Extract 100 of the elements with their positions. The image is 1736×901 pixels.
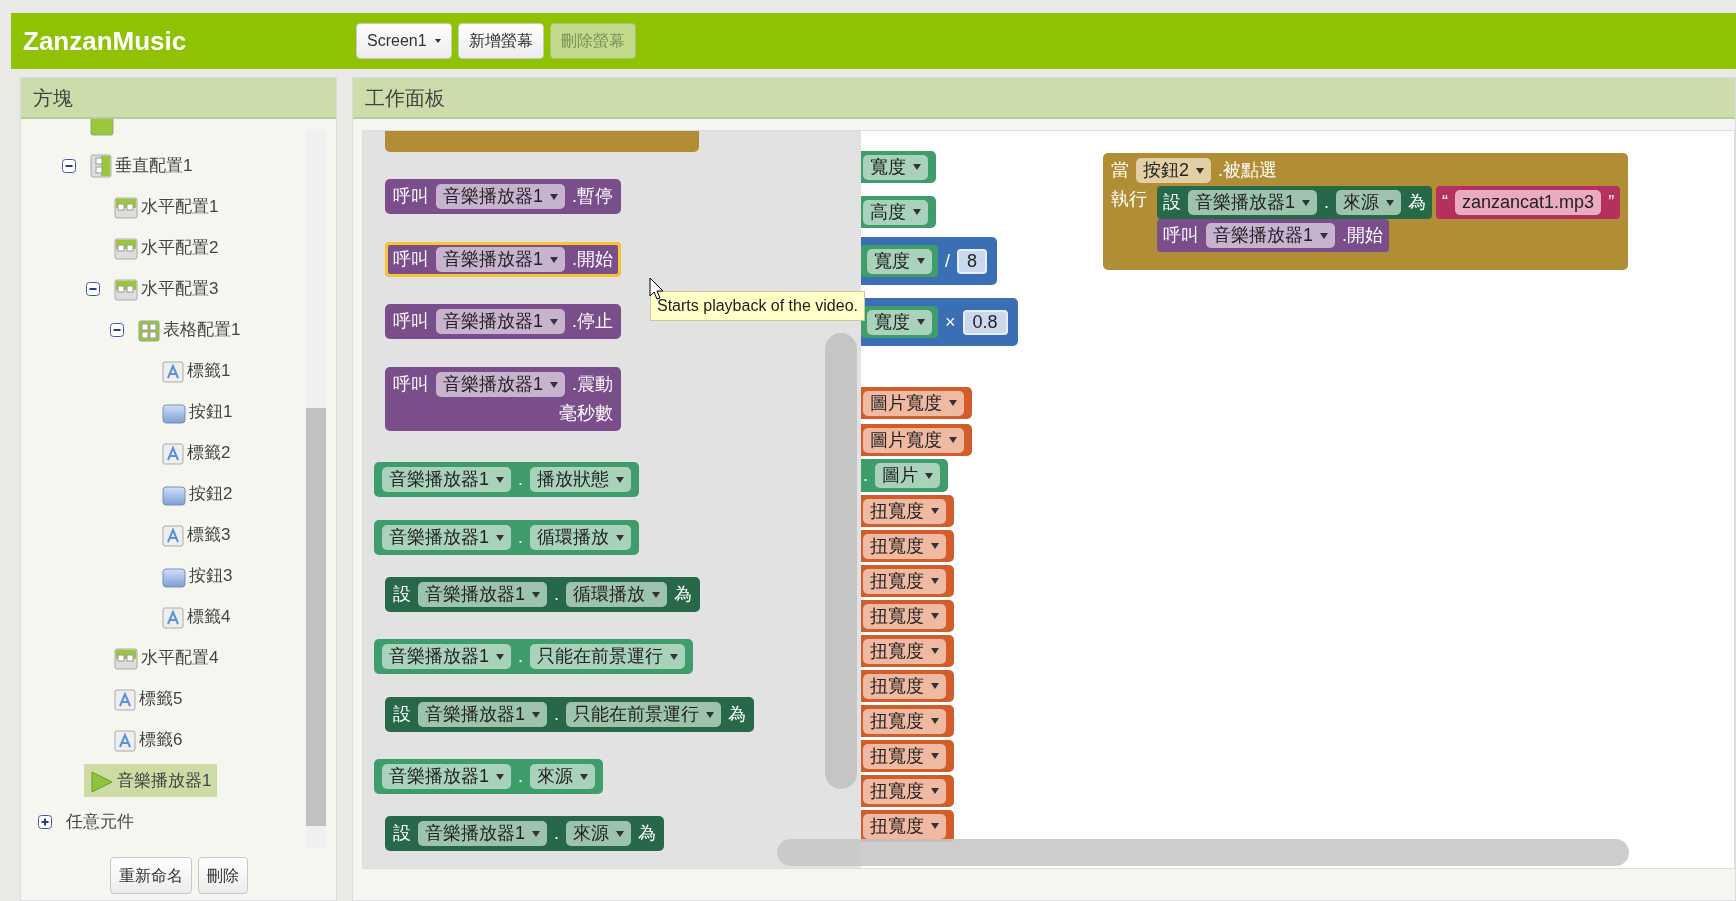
block-dropdown[interactable]: 按鈕2 <box>1136 158 1211 183</box>
tree-item[interactable]: 標籤4 <box>162 599 237 634</box>
setter-block[interactable]: 設 音樂播放器1 . 循環播放 為 <box>385 577 701 612</box>
getter-block[interactable]: 音樂播放器1 . 只能在前景運行 <box>374 639 694 674</box>
block-dropdown[interactable]: 圖片 <box>875 463 940 488</box>
block-dropdown[interactable]: 扭寬度 <box>863 813 946 839</box>
tree-item[interactable]: 表格配置1 <box>138 312 247 347</box>
variable-getter-block[interactable]: 扭寬度 <box>861 495 954 527</box>
scrollbar[interactable] <box>825 333 857 789</box>
tree-item[interactable]: 水平配置3 <box>114 271 225 306</box>
tree-item[interactable]: 標籤2 <box>162 435 237 470</box>
call-block[interactable]: 呼叫 音樂播放器1 .震動 毫秒數 <box>385 367 622 431</box>
block-dropdown[interactable]: 播放狀態 <box>530 467 632 492</box>
block-dropdown[interactable]: 循環播放 <box>530 525 632 550</box>
scrollbar[interactable] <box>777 839 1629 866</box>
block-dropdown[interactable]: 來源 <box>1336 190 1402 215</box>
setter-block[interactable]: 設 音樂播放器1 . 只能在前景運行 為 <box>385 697 755 732</box>
variable-getter-block[interactable]: 扭寬度 <box>861 565 954 597</box>
scrollbar[interactable] <box>306 131 326 848</box>
block-dropdown[interactable]: 音樂播放器1 <box>382 467 511 492</box>
panel-button[interactable]: 重新命名 <box>109 857 192 894</box>
block-dropdown[interactable]: 扭寬度 <box>863 743 946 769</box>
block-dropdown[interactable]: 音樂播放器1 <box>382 764 511 789</box>
tree-item[interactable]: 標籤3 <box>162 517 237 552</box>
text-block[interactable]: “ zanzancat1.mp3 ” <box>1436 186 1621 219</box>
math-block[interactable]: 寬度 / 8 <box>861 237 998 285</box>
block-dropdown[interactable]: 音樂播放器1 <box>436 247 565 272</box>
expand-icon[interactable] <box>38 814 52 829</box>
call-block[interactable]: 呼叫 音樂播放器1 .開始 <box>385 242 622 277</box>
block-dropdown[interactable]: 扭寬度 <box>863 533 946 559</box>
block-dropdown[interactable]: 音樂播放器1 <box>382 644 511 669</box>
variable-getter-block[interactable]: 扭寬度 <box>861 530 954 562</box>
block-dropdown[interactable]: 音樂播放器1 <box>1188 190 1317 215</box>
block-dropdown[interactable]: 循環播放 <box>566 582 668 607</box>
call-block[interactable]: 呼叫 音樂播放器1 .停止 <box>385 304 622 339</box>
block-dropdown[interactable]: 音樂播放器1 <box>1206 223 1335 248</box>
scrollbar-thumb[interactable] <box>306 408 326 826</box>
block-dropdown[interactable]: 只能在前景運行 <box>566 702 722 727</box>
variable-getter-block[interactable]: 扭寬度 <box>861 635 954 667</box>
variable-getter-block[interactable]: 扭寬度 <box>861 775 954 807</box>
collapse-icon[interactable] <box>110 322 124 337</box>
block-dropdown[interactable]: 扭寬度 <box>863 568 946 594</box>
getter-block[interactable]: 音樂播放器1 . 來源 <box>374 759 604 794</box>
block-dropdown[interactable]: 圖片寬度 <box>863 427 964 453</box>
collapse-icon[interactable] <box>86 281 100 296</box>
block-dropdown[interactable]: 音樂播放器1 <box>382 525 511 550</box>
tree-item[interactable]: 水平配置2 <box>114 230 225 265</box>
block-dropdown[interactable]: 寬度 <box>867 309 932 335</box>
tree-item[interactable]: 按鈕1 <box>162 394 239 429</box>
block-dropdown[interactable]: 音樂播放器1 <box>436 184 565 209</box>
tree-item[interactable]: 音樂播放器1 <box>84 763 218 798</box>
block-dropdown[interactable]: 寬度 <box>863 154 928 180</box>
tree-item[interactable]: 標籤6 <box>114 722 189 757</box>
block-dropdown[interactable]: 扭寬度 <box>863 498 946 524</box>
variable-getter-block[interactable]: 扭寬度 <box>861 810 954 842</box>
call-block[interactable]: 呼叫 音樂播放器1 .開始 <box>1157 219 1390 252</box>
setter-block[interactable]: 設 音樂播放器1 . 來源 為 <box>385 816 665 851</box>
tree-item[interactable]: 垂直配置1 <box>90 148 199 183</box>
block-dropdown[interactable]: 扭寬度 <box>863 603 946 629</box>
tree-item[interactable]: 標籤5 <box>114 681 189 716</box>
block-dropdown[interactable]: 圖片寬度 <box>863 390 964 416</box>
block-dropdown[interactable]: 只能在前景運行 <box>530 644 686 669</box>
getter-block[interactable]: 音樂播放器1 . 循環播放 <box>374 520 640 555</box>
text-field[interactable]: zanzancat1.mp3 <box>1455 190 1602 215</box>
collapse-icon[interactable] <box>62 158 76 173</box>
block-dropdown[interactable]: 音樂播放器1 <box>436 309 565 334</box>
panel-button[interactable]: 刪除 <box>197 857 248 894</box>
setter-block[interactable]: 設 音樂播放器1 . 來源 為 <box>1157 186 1433 219</box>
tree-item[interactable]: 按鈕2 <box>162 476 239 511</box>
block-dropdown[interactable]: 音樂播放器1 <box>436 372 565 397</box>
tree-item[interactable]: 標籤1 <box>162 353 237 388</box>
getter-block[interactable]: . 圖片 <box>861 459 948 492</box>
variable-getter-block[interactable]: 扭寬度 <box>861 670 954 702</box>
variable-getter-block[interactable]: 圖片寬度 <box>861 424 972 456</box>
math-block[interactable]: 寬度 × 0.8 <box>861 298 1018 346</box>
block-dropdown[interactable]: 扭寬度 <box>863 708 946 734</box>
number-field[interactable]: 0.8 <box>962 309 1008 335</box>
call-block[interactable]: 呼叫 音樂播放器1 .暫停 <box>385 179 622 214</box>
block-dropdown[interactable]: 音樂播放器1 <box>418 702 547 727</box>
tree-item[interactable]: 按鈕3 <box>162 558 239 593</box>
block-dropdown[interactable]: 音樂播放器1 <box>418 821 547 846</box>
getter-block[interactable]: 高度 <box>861 196 936 228</box>
block-dropdown[interactable]: 來源 <box>566 821 632 846</box>
block-dropdown[interactable]: 高度 <box>863 199 928 225</box>
getter-block[interactable]: 寬度 <box>861 151 936 183</box>
block-dropdown[interactable]: 來源 <box>530 764 596 789</box>
number-field[interactable]: 8 <box>957 248 988 274</box>
block-dropdown[interactable]: 扭寬度 <box>863 778 946 804</box>
block-dropdown[interactable]: 扭寬度 <box>863 638 946 664</box>
event-block[interactable]: 當 按鈕2 .被點選 執行 設 音樂播放器1 . 來源 為 “ zanzancat1.mp3 ” 呼叫 音樂播放器1 .開始 <box>1103 153 1629 270</box>
tree-item[interactable]: 水平配置4 <box>114 640 225 675</box>
variable-getter-block[interactable]: 扭寬度 <box>861 600 954 632</box>
block-dropdown[interactable]: 扭寬度 <box>863 673 946 699</box>
getter-block[interactable]: 音樂播放器1 . 播放狀態 <box>374 462 640 497</box>
block-dropdown[interactable]: 寬度 <box>867 248 932 274</box>
toolbar-button[interactable]: 新增螢幕 <box>457 23 544 59</box>
variable-getter-block[interactable]: 扭寬度 <box>861 740 954 772</box>
screen-dropdown[interactable]: Screen1 <box>356 23 452 59</box>
tree-item[interactable]: 水平配置1 <box>114 189 225 224</box>
block-dropdown[interactable]: 音樂播放器1 <box>418 582 547 607</box>
